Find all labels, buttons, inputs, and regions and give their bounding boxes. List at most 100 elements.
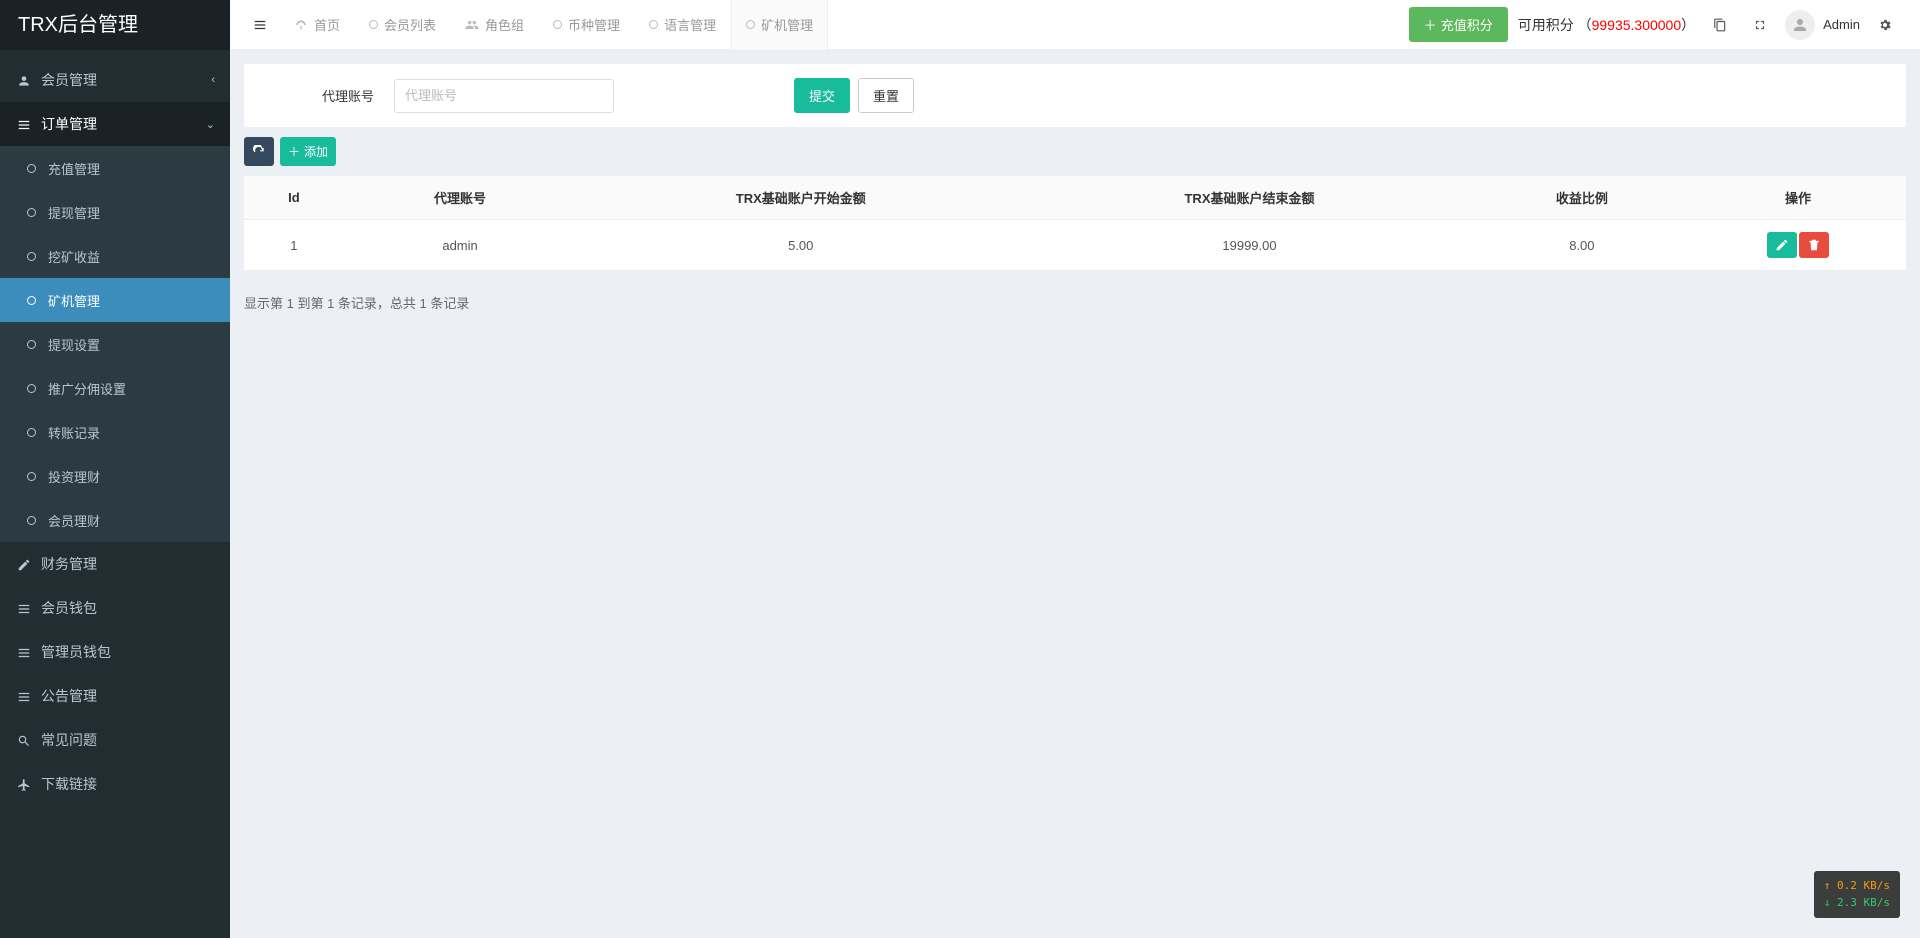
tab-label: 币种管理: [568, 15, 620, 34]
chevron-left-icon: ‹: [211, 74, 215, 86]
cell-end: 19999.00: [1025, 220, 1474, 271]
points-value: （99935.300000）: [1578, 17, 1696, 33]
sidebar-item-members[interactable]: 会员管理 ‹: [0, 58, 230, 102]
topbar: 首页 会员列表 角色组 币种管理 语言管: [230, 0, 1920, 50]
sidebar-item-withdraw-set[interactable]: 提现设置: [0, 322, 230, 366]
col-action[interactable]: 操作: [1690, 176, 1906, 220]
circle-icon: [22, 205, 40, 220]
recharge-points-button[interactable]: ＋ 充值积分: [1409, 7, 1508, 42]
list-icon: [15, 688, 33, 704]
sidebar-item-promo[interactable]: 推广分佣设置: [0, 366, 230, 410]
sidebar-item-mining[interactable]: 挖矿收益: [0, 234, 230, 278]
circle-icon: [22, 381, 40, 396]
sidebar-item-faq[interactable]: 常见问题: [0, 718, 230, 762]
points-label: 可用积分: [1518, 17, 1574, 33]
sidebar-item-orders[interactable]: 订单管理 ⌄: [0, 102, 230, 146]
refresh-button[interactable]: [244, 137, 274, 166]
sidebar-item-admin-wallet[interactable]: 管理员钱包: [0, 630, 230, 674]
pencil-icon: [1775, 238, 1789, 252]
sidebar-item-finance[interactable]: 财务管理: [0, 542, 230, 586]
agent-input[interactable]: [394, 79, 614, 113]
filter-row: 代理账号 提交 重置: [244, 64, 1906, 127]
netspeed-widget: ↑ 0.2 KB/s ↓ 2.3 KB/s: [1814, 871, 1900, 918]
sidebar-menu: 会员管理 ‹ 订单管理 ⌄ 充值管理 提现管理 挖矿收益: [0, 50, 230, 938]
sidebar-item-label: 订单管理: [41, 114, 97, 134]
edit-icon: [15, 556, 33, 572]
sidebar-item-label: 推广分佣设置: [48, 379, 126, 398]
sidebar-item-label: 提现设置: [48, 335, 100, 354]
tab-label: 会员列表: [384, 15, 436, 34]
circle-icon: [22, 161, 40, 176]
sidebar-item-wallet[interactable]: 会员钱包: [0, 586, 230, 630]
tab-coin-mgmt[interactable]: 币种管理: [539, 0, 635, 50]
agent-label: 代理账号: [294, 86, 374, 105]
cell-ratio: 8.00: [1474, 220, 1690, 271]
tab-member-list[interactable]: 会员列表: [355, 0, 451, 50]
cell-action: [1690, 220, 1906, 271]
tab-home[interactable]: 首页: [280, 0, 355, 50]
table-toolbar: ＋ 添加: [244, 137, 1906, 176]
sidebar-item-label: 常见问题: [41, 730, 97, 750]
delete-button[interactable]: [1799, 232, 1829, 258]
submit-button[interactable]: 提交: [794, 78, 850, 113]
col-id[interactable]: Id: [244, 176, 344, 220]
circle-icon: [746, 17, 755, 32]
group-icon: [465, 17, 479, 33]
table-footer: 显示第 1 到第 1 条记录，总共 1 条记录: [244, 281, 1906, 324]
sidebar-item-label: 公告管理: [41, 686, 97, 706]
button-label: 充值积分: [1441, 15, 1493, 34]
cell-id: 1: [244, 220, 344, 271]
col-start[interactable]: TRX基础账户开始金额: [576, 176, 1025, 220]
tab-label: 矿机管理: [761, 15, 813, 34]
cell-start: 5.00: [576, 220, 1025, 271]
circle-icon: [649, 17, 658, 32]
sidebar-item-download[interactable]: 下载链接: [0, 762, 230, 806]
circle-icon: [22, 469, 40, 484]
available-points: 可用积分 （99935.300000）: [1518, 15, 1695, 35]
sidebar-item-label: 挖矿收益: [48, 247, 100, 266]
sidebar-item-recharge[interactable]: 充值管理: [0, 146, 230, 190]
sidebar-item-label: 财务管理: [41, 554, 97, 574]
sidebar-item-transfer[interactable]: 转账记录: [0, 410, 230, 454]
sidebar-item-machine[interactable]: 矿机管理: [0, 278, 230, 322]
netspeed-down: ↓ 2.3 KB/s: [1824, 894, 1890, 912]
sidebar-item-label: 提现管理: [48, 203, 100, 222]
sidebar-toggle[interactable]: [240, 0, 280, 50]
tab-bar: 首页 会员列表 角色组 币种管理 语言管: [280, 0, 828, 50]
filter-card: 代理账号 提交 重置: [244, 64, 1906, 127]
sidebar-item-member-invest[interactable]: 会员理财: [0, 498, 230, 542]
search-icon: [15, 732, 33, 748]
sidebar-item-label: 会员理财: [48, 511, 100, 530]
gear-icon[interactable]: [1870, 10, 1900, 40]
reset-button[interactable]: 重置: [858, 78, 914, 113]
edit-button[interactable]: [1767, 232, 1797, 258]
plane-icon: [15, 776, 33, 792]
sidebar-item-label: 会员钱包: [41, 598, 97, 618]
circle-icon: [22, 425, 40, 440]
plus-icon: ＋: [1424, 15, 1437, 34]
sidebar-item-label: 充值管理: [48, 159, 100, 178]
add-button[interactable]: ＋ 添加: [280, 137, 336, 166]
user-menu[interactable]: Admin: [1785, 10, 1860, 40]
sidebar-item-invest[interactable]: 投资理财: [0, 454, 230, 498]
sidebar-item-withdraw[interactable]: 提现管理: [0, 190, 230, 234]
clipboard-icon[interactable]: [1705, 10, 1735, 40]
tab-machine-mgmt[interactable]: 矿机管理: [731, 0, 828, 50]
list-icon: [15, 116, 33, 132]
sidebar-item-label: 矿机管理: [48, 291, 100, 310]
username: Admin: [1823, 17, 1860, 32]
wallet-icon: [15, 600, 33, 616]
col-agent[interactable]: 代理账号: [344, 176, 577, 220]
tab-lang-mgmt[interactable]: 语言管理: [635, 0, 731, 50]
col-end[interactable]: TRX基础账户结束金额: [1025, 176, 1474, 220]
sidebar-item-announce[interactable]: 公告管理: [0, 674, 230, 718]
circle-icon: [22, 337, 40, 352]
sidebar-item-label: 管理员钱包: [41, 642, 111, 662]
tab-role-group[interactable]: 角色组: [451, 0, 539, 50]
fullscreen-icon[interactable]: [1745, 10, 1775, 40]
plus-icon: ＋: [288, 143, 300, 160]
avatar: [1785, 10, 1815, 40]
col-ratio[interactable]: 收益比例: [1474, 176, 1690, 220]
content: 代理账号 提交 重置 ＋ 添加: [230, 50, 1920, 938]
wallet-icon: [15, 644, 33, 660]
